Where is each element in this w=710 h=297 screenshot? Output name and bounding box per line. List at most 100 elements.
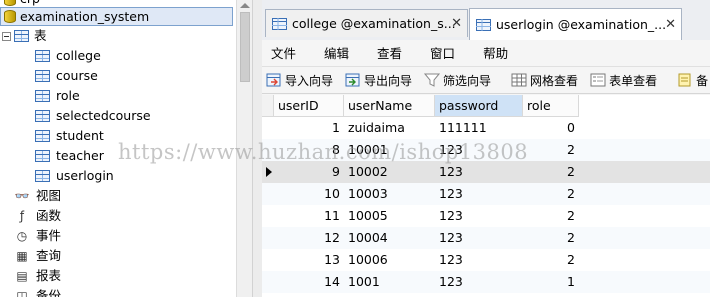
tree-item-label: selectedcourse	[56, 108, 151, 123]
grid-cell-username[interactable]: 10002	[344, 161, 435, 183]
tree-item-label: 函数	[36, 208, 62, 223]
tree-item-table[interactable]: teacher	[35, 146, 104, 166]
close-icon[interactable]: ✕	[451, 16, 462, 31]
tree-item-table[interactable]: userlogin	[35, 166, 114, 186]
tree-item-table[interactable]: role	[35, 86, 80, 106]
tree-item-query[interactable]: ▦ 查询	[14, 246, 61, 266]
grid-cell-password[interactable]: 123	[435, 183, 523, 205]
import-wizard-button[interactable]: 导入向导	[262, 68, 337, 92]
tree-item-tables[interactable]: 表	[0, 26, 47, 46]
import-wizard-icon	[266, 73, 281, 87]
tree-item-label: 查询	[36, 248, 62, 263]
table-row[interactable]: 9 10002 123 2	[262, 161, 710, 183]
grid-cell-password[interactable]: 123	[435, 205, 523, 227]
grid-cell-username[interactable]: 10006	[344, 249, 435, 271]
table-row[interactable]: 12 10004 123 2	[262, 227, 710, 249]
menu-window[interactable]: 窗口	[421, 43, 464, 62]
table-icon	[35, 170, 50, 182]
filter-wizard-icon	[424, 73, 441, 87]
tree-item-event[interactable]: ◷ 事件	[14, 226, 61, 246]
tree-item-label: 视图	[36, 188, 62, 203]
grid-cell-password[interactable]: 123	[435, 271, 523, 293]
grid-cell-role[interactable]: 2	[523, 139, 579, 161]
grid-view-button[interactable]: 网格查看	[507, 68, 582, 92]
table-row[interactable]: 11 10005 123 2	[262, 205, 710, 227]
object-tree: crp examination_system 表 collegecoursero…	[0, 0, 236, 297]
menu-help[interactable]: 帮助	[474, 43, 517, 62]
table-icon	[272, 17, 287, 30]
grid-cell-userid[interactable]: 10	[274, 183, 344, 205]
menu-view[interactable]: 查看	[368, 43, 411, 62]
table-row[interactable]: 13 10006 123 2	[262, 249, 710, 271]
panel-splitter[interactable]	[252, 0, 262, 297]
tree-group-label: 表	[34, 28, 47, 43]
grid-cell-username[interactable]: 10004	[344, 227, 435, 249]
close-icon[interactable]: ✕	[665, 17, 676, 32]
glasses-icon: 👓	[14, 189, 30, 203]
grid-cell-role[interactable]: 2	[523, 227, 579, 249]
export-wizard-label: 导出向导	[364, 73, 413, 88]
grid-cell-password[interactable]: 123	[435, 249, 523, 271]
tree-item-function[interactable]: ƒ 函数	[14, 206, 61, 226]
tree-item-label: 事件	[36, 228, 62, 243]
grid-cell-role[interactable]: 2	[523, 205, 579, 227]
grid-cell-role[interactable]: 2	[523, 161, 579, 183]
tree-item-report[interactable]: ▤ 报表	[14, 266, 61, 286]
collapse-icon[interactable]	[2, 31, 11, 41]
grid-cell-userid[interactable]: 14	[274, 271, 344, 293]
table-row[interactable]: 8 10001 123 2	[262, 139, 710, 161]
tab-userlogin[interactable]: userlogin @examination_... ✕	[469, 8, 682, 40]
tree-item-glasses[interactable]: 👓 视图	[14, 186, 62, 206]
remark-button[interactable]: 备	[673, 68, 710, 92]
tree-item-database[interactable]: examination_system	[0, 7, 233, 26]
table-row[interactable]: 10 10003 123 2	[262, 183, 710, 205]
grid-cell-role[interactable]: 2	[523, 249, 579, 271]
grid-cell-username[interactable]: zuidaima	[344, 117, 435, 139]
menu-edit[interactable]: 编辑	[315, 43, 358, 62]
column-header-userid[interactable]: userID	[274, 95, 344, 117]
column-header-username[interactable]: userName	[344, 95, 435, 117]
tree-scrollbar[interactable]	[236, 0, 252, 297]
column-header-password[interactable]: password	[435, 95, 523, 117]
grid-cell-username[interactable]: 10001	[344, 139, 435, 161]
grid-cell-role[interactable]: 1	[523, 271, 579, 293]
tree-item-table[interactable]: college	[35, 46, 101, 66]
tab-college[interactable]: college @examination_s... ✕	[265, 9, 468, 37]
grid-cell-userid[interactable]: 11	[274, 205, 344, 227]
scrollbar-thumb[interactable]	[240, 12, 250, 82]
grid-cell-role[interactable]: 2	[523, 183, 579, 205]
grid-cell-userid[interactable]: 12	[274, 227, 344, 249]
column-header-role[interactable]: role	[523, 95, 579, 117]
grid-cell-userid[interactable]: 8	[274, 139, 344, 161]
grid-cell-userid[interactable]: 9	[274, 161, 344, 183]
grid-cell-username[interactable]: 10003	[344, 183, 435, 205]
grid-cell-password[interactable]: 123	[435, 139, 523, 161]
tree-item-table[interactable]: course	[35, 66, 98, 86]
data-grid[interactable]: userID userName password role 1 zuidaima 1…	[262, 95, 710, 297]
tree-item-table[interactable]: selectedcourse	[35, 106, 151, 126]
tree-item-backup[interactable]: ◫ 备份	[14, 286, 61, 297]
grid-cell-userid[interactable]: 13	[274, 249, 344, 271]
grid-cell-username[interactable]: 10005	[344, 205, 435, 227]
scroll-up-icon[interactable]	[240, 3, 250, 8]
event-icon: ◷	[16, 229, 28, 243]
table-row[interactable]: 14 1001 123 1	[262, 271, 710, 293]
database-icon	[4, 0, 16, 6]
database-name: examination_system	[20, 8, 150, 24]
form-view-button[interactable]: 表单查看	[586, 68, 661, 92]
grid-cell-password[interactable]: 111111	[435, 117, 523, 139]
grid-cell-password[interactable]: 123	[435, 161, 523, 183]
table-row[interactable]: 1 zuidaima 111111 0	[262, 117, 710, 139]
table-icon	[35, 110, 50, 122]
tree-item-label: course	[56, 68, 98, 83]
grid-cell-username[interactable]: 1001	[344, 271, 435, 293]
tree-item-table[interactable]: student	[35, 126, 104, 146]
row-header-corner	[262, 95, 274, 117]
menu-file[interactable]: 文件	[262, 43, 305, 62]
filter-wizard-label: 筛选向导	[443, 73, 492, 88]
export-wizard-button[interactable]: 导出向导	[341, 68, 416, 92]
grid-cell-userid[interactable]: 1	[274, 117, 344, 139]
grid-cell-password[interactable]: 123	[435, 227, 523, 249]
grid-cell-role[interactable]: 0	[523, 117, 579, 139]
filter-wizard-button[interactable]: 筛选向导	[420, 68, 495, 92]
